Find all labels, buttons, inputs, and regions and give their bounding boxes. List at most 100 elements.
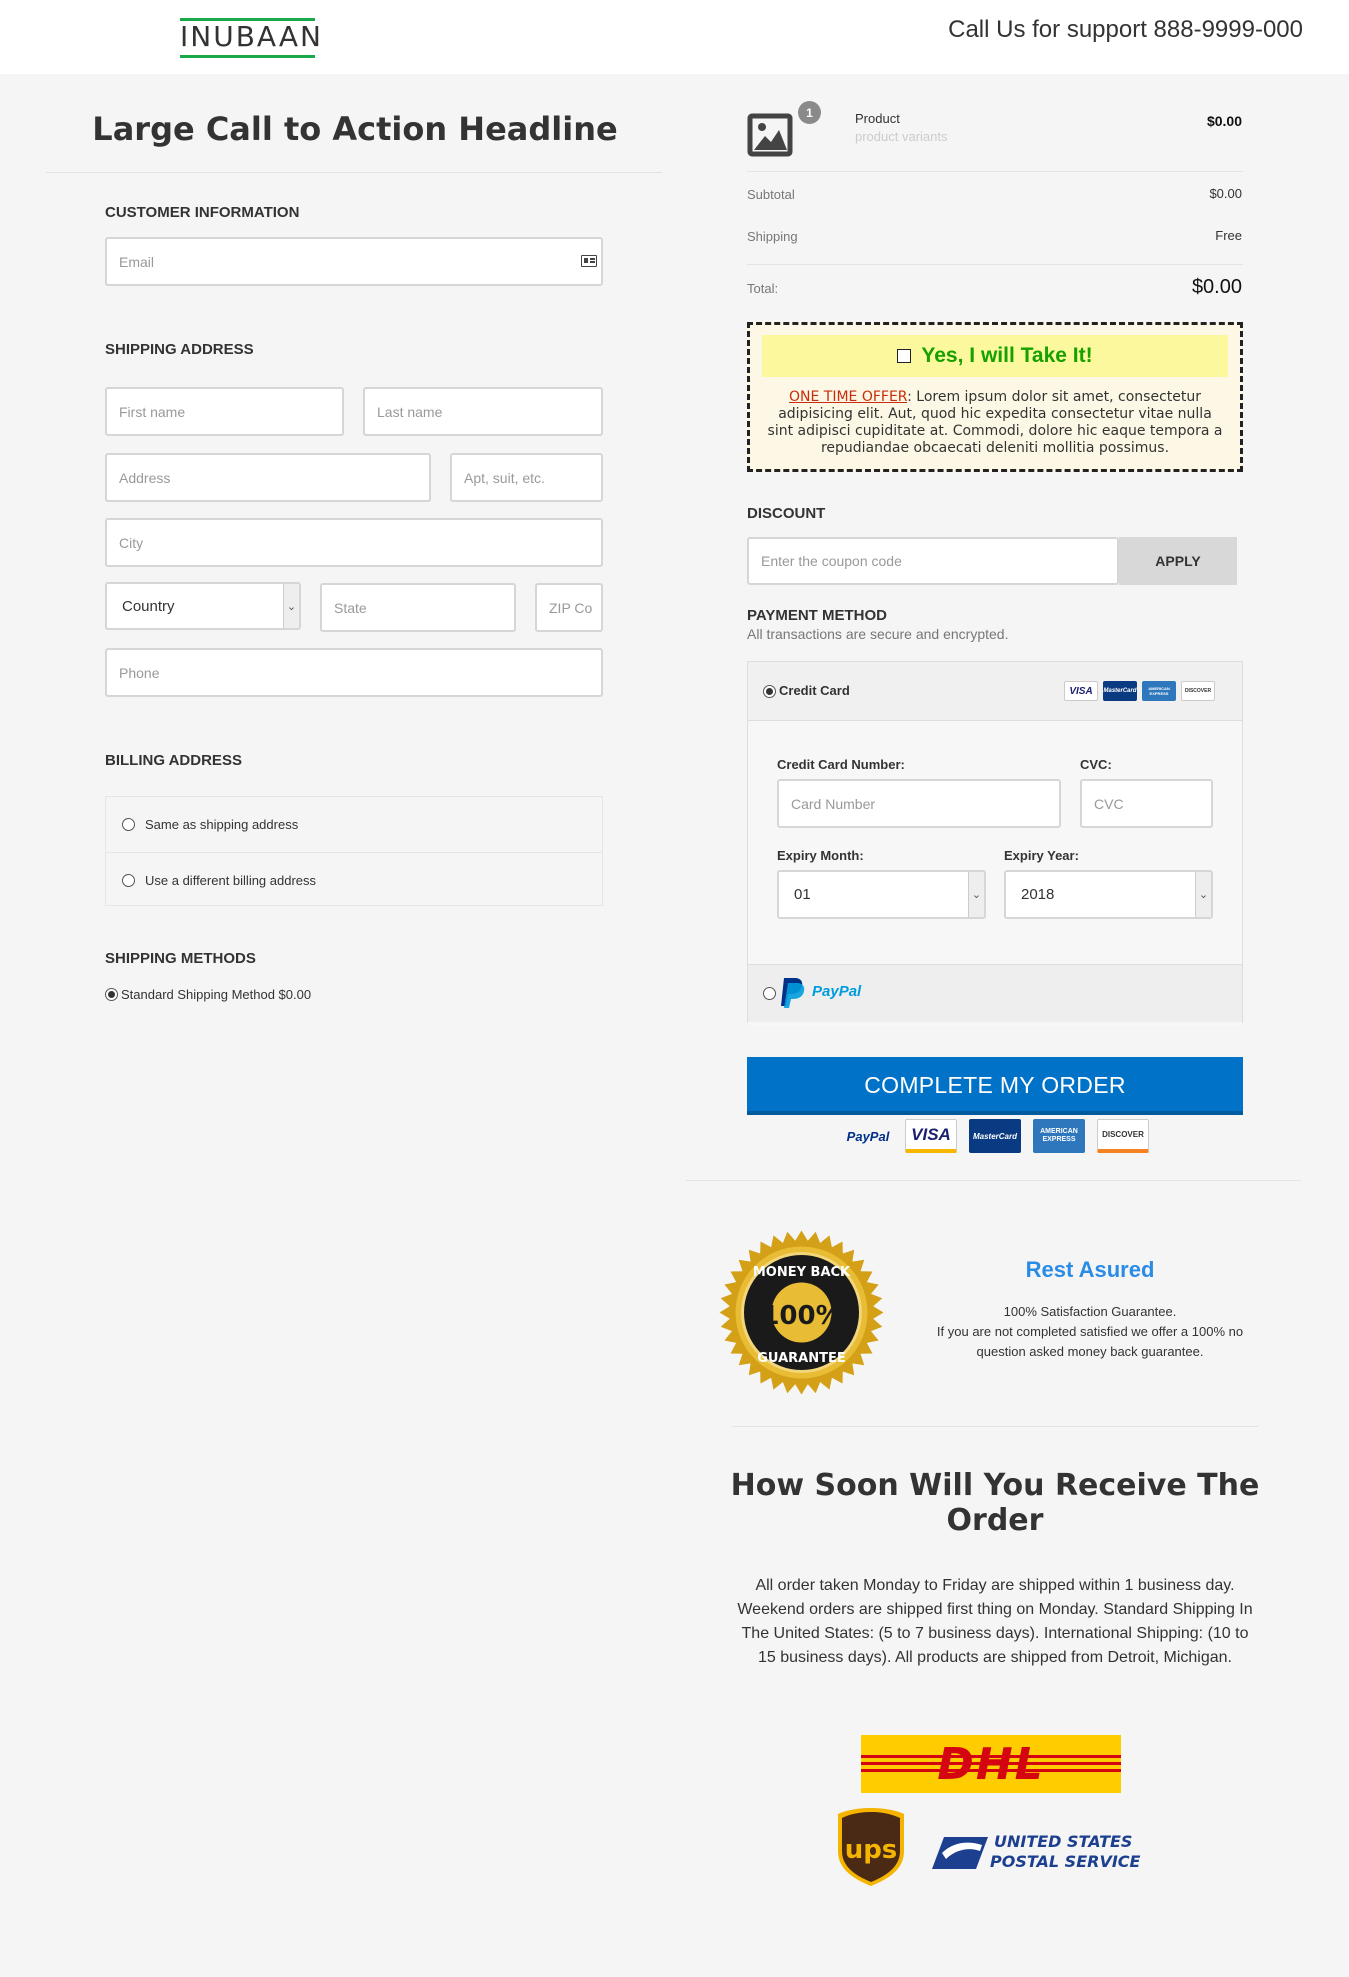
email-placeholder: Email [119, 253, 155, 270]
shipping-label: Shipping [747, 229, 798, 244]
image-icon [747, 113, 793, 157]
upsell-accept-toggle[interactable]: Yes, I will Take It! [762, 335, 1228, 377]
seal-top-text: MONEY BACK [753, 1265, 851, 1280]
dhl-text: DHL [937, 1738, 1045, 1790]
payment-method-title: PAYMENT METHOD [747, 607, 888, 624]
shipping-method-option[interactable]: Standard Shipping Method $0.00 [105, 987, 311, 1002]
upsell-box: Yes, I will Take It! ONE TIME OFFER: Lor… [747, 322, 1243, 472]
billing-same-label: Same as shipping address [145, 817, 299, 832]
expiry-year-value: 2018 [1021, 886, 1055, 903]
ups-text: ups [845, 1835, 898, 1865]
credit-card-option[interactable]: Credit Card VISA MasterCard AMERICAN EXP… [748, 662, 1242, 721]
paypal-label: PayPal [812, 983, 862, 1000]
chevron-down-icon: ⌄ [283, 584, 299, 628]
amex-icon: AMERICAN EXPRESS [1142, 681, 1176, 701]
complete-order-button[interactable]: COMPLETE MY ORDER [747, 1057, 1243, 1114]
subtotal-label: Subtotal [747, 187, 795, 202]
guarantee-text: 100% Satisfaction Guarantee. If you are … [920, 1302, 1260, 1362]
card-number-label: Credit Card Number: [777, 757, 905, 772]
phone-field[interactable]: Phone [105, 648, 603, 697]
divider [686, 1180, 1301, 1181]
last-name-field[interactable]: Last name [363, 387, 603, 436]
expiry-year-label: Expiry Year: [1004, 848, 1079, 863]
dhl-logo: DHL [861, 1735, 1121, 1793]
paypal-option[interactable]: PayPal [748, 964, 1242, 1022]
usps-logo: UNITED STATES POSTAL SERVICE [930, 1825, 1150, 1875]
paypal-icon [780, 976, 806, 1008]
credit-card-label: Credit Card [779, 683, 850, 698]
logo[interactable]: INUBAAN [180, 18, 323, 58]
subtotal-value: $0.00 [1209, 186, 1242, 201]
product-name: Product [855, 111, 900, 126]
upsell-cta-label: Yes, I will Take It! [921, 344, 1093, 367]
money-back-seal: 100% MONEY BACK GUARANTEE [719, 1230, 884, 1395]
mastercard-icon: MasterCard [1103, 681, 1137, 701]
city-field[interactable]: City [105, 518, 603, 567]
quantity-badge: 1 [798, 101, 821, 124]
address-field[interactable]: Address [105, 453, 431, 502]
product-price: $0.00 [1206, 113, 1242, 129]
shipping-method-label: Standard Shipping Method $0.00 [121, 987, 312, 1002]
checkbox[interactable] [897, 349, 912, 363]
button-shadow [747, 1111, 1243, 1115]
email-field[interactable]: Email [105, 237, 603, 286]
radio-button-selected[interactable] [105, 988, 118, 1001]
card-number-field[interactable]: Card Number [777, 779, 1061, 828]
guarantee-line1: 100% Satisfaction Guarantee. [1003, 1304, 1177, 1319]
discover-icon: DISCOVER [1181, 681, 1215, 701]
total-value: $0.00 [1191, 276, 1242, 298]
product-variants: product variants [855, 129, 948, 144]
state-field[interactable]: State [320, 583, 516, 632]
mastercard-logo: MasterCard [969, 1119, 1021, 1153]
logo-text: INUBAAN [180, 20, 323, 53]
radio-button[interactable] [122, 818, 135, 831]
apply-button[interactable]: APPLY [1119, 537, 1237, 585]
expiry-year-select[interactable]: 2018 ⌄ [1004, 870, 1213, 919]
divider [46, 172, 662, 173]
coupon-input[interactable]: Enter the coupon code [747, 537, 1119, 585]
usps-text-line2: POSTAL SERVICE [990, 1852, 1141, 1871]
country-value: Country [122, 597, 175, 615]
delivery-title: How Soon Will You Receive The Order [730, 1468, 1260, 1538]
shipping-methods-title: SHIPPING METHODS [105, 950, 256, 967]
seal-bottom-text: GUARANTEE [757, 1351, 845, 1366]
chevron-down-icon: ⌄ [1195, 872, 1211, 917]
shipping-address-title: SHIPPING ADDRESS [105, 341, 254, 358]
guarantee-title: Rest Asured [1025, 1257, 1155, 1282]
total-label: Total: [747, 281, 779, 296]
billing-same-option[interactable]: Same as shipping address [106, 797, 602, 852]
accepted-cards: VISA MasterCard AMERICAN EXPRESS DISCOVE… [1064, 681, 1215, 701]
expiry-month-select[interactable]: 01 ⌄ [777, 870, 986, 919]
apt-field[interactable]: Apt, suit, etc. [450, 453, 603, 502]
visa-logo: VISA [905, 1119, 957, 1153]
payment-logos: PayPal VISA MasterCard AMERICAN EXPRESS … [843, 1119, 1149, 1153]
cvc-field[interactable]: CVC [1080, 779, 1213, 828]
discount-title: DISCOUNT [747, 505, 826, 522]
support-phone: Call Us for support 888-9999-000 [948, 16, 1303, 43]
paypal-logo: PayPal [846, 1128, 890, 1144]
billing-different-label: Use a different billing address [145, 872, 317, 888]
guarantee-line2: If you are not completed satisfied we of… [936, 1324, 1244, 1359]
radio-button[interactable] [763, 987, 776, 1001]
first-name-field[interactable]: First name [105, 387, 344, 436]
radio-button[interactable] [122, 873, 135, 887]
zip-field[interactable]: ZIP Co [535, 583, 603, 632]
amex-logo: AMERICAN EXPRESS [1033, 1119, 1085, 1153]
expiry-month-value: 01 [794, 886, 811, 903]
usps-text-line1: UNITED STATES [994, 1832, 1132, 1851]
seal-percent: 100% [761, 1301, 841, 1331]
divider [732, 1426, 1258, 1427]
contact-card-icon [581, 255, 597, 267]
billing-address-title: BILLING ADDRESS [105, 752, 242, 769]
expiry-month-label: Expiry Month: [777, 848, 864, 863]
product-thumbnail [747, 108, 795, 160]
billing-different-option[interactable]: Use a different billing address [106, 852, 602, 907]
divider [747, 171, 1243, 172]
customer-info-title: CUSTOMER INFORMATION [105, 204, 300, 221]
chevron-down-icon: ⌄ [968, 872, 984, 917]
billing-options: Same as shipping address Use a different… [105, 796, 603, 906]
payment-options: Credit Card VISA MasterCard AMERICAN EXP… [747, 661, 1243, 1026]
radio-button-selected[interactable] [763, 685, 776, 699]
cvc-label: CVC: [1080, 757, 1112, 772]
country-select[interactable]: Country ⌄ [105, 582, 301, 630]
